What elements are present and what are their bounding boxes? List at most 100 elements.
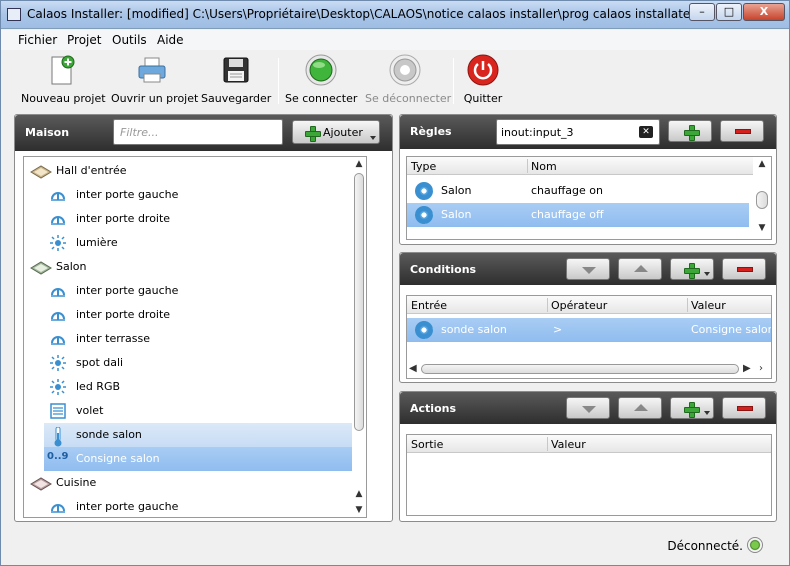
tree-room-hall[interactable]: Hall d'entrée bbox=[24, 159, 354, 183]
actions-table: Sortie Valeur bbox=[406, 434, 772, 516]
add-button[interactable]: Ajouter bbox=[292, 120, 380, 144]
tree-item[interactable]: lumière bbox=[24, 231, 354, 255]
tree-item[interactable]: volet bbox=[24, 399, 354, 423]
add-condition-button[interactable] bbox=[670, 258, 714, 280]
chevron-down-icon bbox=[370, 136, 376, 140]
scroll-right-icon[interactable]: ▶ bbox=[743, 363, 751, 374]
add-rule-button[interactable] bbox=[668, 120, 712, 142]
tree-room-salon[interactable]: Salon bbox=[24, 255, 354, 279]
arrow-up-icon bbox=[634, 404, 648, 411]
tree-item[interactable]: inter terrasse bbox=[24, 327, 354, 351]
regles-search-box: ✕ bbox=[496, 119, 660, 145]
new-document-icon bbox=[45, 54, 77, 86]
scroll-down-icon[interactable]: ▲ bbox=[354, 489, 364, 499]
tree-item[interactable]: inter porte droite bbox=[24, 207, 354, 231]
rule-row[interactable]: Salon chauffage on bbox=[407, 179, 771, 203]
column-type[interactable]: Type bbox=[411, 160, 436, 173]
conditions-h-scrollbar[interactable]: ◀ ▶ › bbox=[407, 362, 771, 376]
move-up-button[interactable] bbox=[618, 397, 662, 419]
minimize-button[interactable]: – bbox=[689, 3, 715, 21]
quit-button[interactable]: Quitter bbox=[461, 54, 505, 108]
rule-row-selected[interactable]: Salon chauffage off bbox=[407, 203, 749, 227]
disconnect-button[interactable]: Se déconnecter bbox=[365, 54, 451, 108]
regles-scrollbar[interactable]: ▲ ▼ bbox=[753, 157, 771, 239]
maison-panel: Maison Ajouter Hall d'entrée inter porte… bbox=[14, 114, 393, 522]
main-window: Calaos Installer: [modified] C:\Users\Pr… bbox=[0, 0, 790, 566]
menu-outils[interactable]: Outils bbox=[112, 33, 147, 47]
conditions-table: Entrée Opérateur Valeur sonde salon > Co… bbox=[406, 295, 772, 379]
scroll-right-icon[interactable]: › bbox=[759, 363, 763, 374]
switch-icon bbox=[50, 187, 66, 203]
condition-entree: sonde salon bbox=[441, 323, 507, 336]
light-icon bbox=[50, 379, 66, 395]
chevron-down-icon bbox=[704, 411, 710, 415]
scroll-left-icon[interactable]: ◀ bbox=[409, 363, 417, 374]
regles-search-input[interactable] bbox=[501, 126, 631, 139]
tree-item[interactable]: inter porte droite bbox=[24, 303, 354, 327]
remove-condition-button[interactable] bbox=[722, 258, 766, 280]
house-tree[interactable]: Hall d'entrée inter porte gauche inter p… bbox=[23, 156, 367, 518]
tree-label: sonde salon bbox=[76, 428, 142, 441]
window-title: Calaos Installer: [modified] C:\Users\Pr… bbox=[27, 7, 696, 21]
chevron-down-icon bbox=[704, 272, 710, 276]
clear-icon[interactable]: ✕ bbox=[639, 126, 653, 138]
menu-aide[interactable]: Aide bbox=[157, 33, 184, 47]
column-valeur[interactable]: Valeur bbox=[691, 299, 726, 312]
scroll-up-icon[interactable]: ▲ bbox=[354, 159, 364, 169]
regles-panel: Règles ✕ Type Nom Salon chauffage on bbox=[399, 114, 777, 245]
connect-button[interactable]: Se connecter bbox=[285, 54, 357, 108]
status-bar: Déconnecté. bbox=[1, 533, 789, 565]
tree-label: led RGB bbox=[76, 380, 121, 393]
condition-row-selected[interactable]: sonde salon > Consigne salon bbox=[407, 318, 771, 342]
maximize-button[interactable]: □ bbox=[716, 3, 742, 21]
thermometer-icon bbox=[50, 426, 66, 447]
toolbar-separator bbox=[278, 58, 279, 104]
add-action-button[interactable] bbox=[670, 397, 714, 419]
tree-room-cuisine[interactable]: Cuisine bbox=[24, 471, 354, 495]
plus-icon bbox=[684, 263, 700, 279]
status-led-icon bbox=[747, 537, 763, 553]
new-project-button[interactable]: Nouveau projet bbox=[21, 54, 106, 108]
remove-rule-button[interactable] bbox=[720, 120, 764, 142]
scroll-down-icon[interactable]: ▼ bbox=[354, 505, 364, 515]
title-bar: Calaos Installer: [modified] C:\Users\Pr… bbox=[1, 1, 789, 29]
remove-action-button[interactable] bbox=[722, 397, 766, 419]
save-button[interactable]: Sauvegarder bbox=[201, 54, 271, 108]
save-label: Sauvegarder bbox=[201, 92, 272, 105]
tree-item[interactable]: inter porte gauche bbox=[24, 183, 354, 207]
column-valeur[interactable]: Valeur bbox=[551, 438, 586, 451]
tree-item-current[interactable]: 0..9 Consigne salon bbox=[44, 447, 364, 471]
switch-icon bbox=[50, 307, 66, 323]
move-up-button[interactable] bbox=[618, 258, 662, 280]
scrollbar-thumb[interactable] bbox=[354, 173, 364, 431]
scroll-down-icon[interactable]: ▼ bbox=[757, 223, 767, 233]
scrollbar-thumb[interactable] bbox=[756, 191, 768, 209]
tree-label: inter porte droite bbox=[76, 212, 171, 225]
move-down-button[interactable] bbox=[566, 397, 610, 419]
filter-box bbox=[113, 119, 283, 145]
tree-item[interactable]: led RGB bbox=[24, 375, 354, 399]
tree-label: Consigne salon bbox=[76, 452, 160, 465]
column-sortie[interactable]: Sortie bbox=[411, 438, 443, 451]
scrollbar-thumb[interactable] bbox=[421, 364, 739, 374]
conditions-header: Conditions bbox=[400, 253, 776, 285]
tree-scrollbar[interactable]: ▲ ▲ ▼ bbox=[352, 157, 366, 517]
column-entree[interactable]: Entrée bbox=[411, 299, 447, 312]
tree-item[interactable]: inter porte gauche bbox=[24, 495, 354, 517]
column-operateur[interactable]: Opérateur bbox=[551, 299, 607, 312]
tree-item-selected[interactable]: sonde salon bbox=[44, 423, 364, 447]
column-nom[interactable]: Nom bbox=[531, 160, 557, 173]
menu-fichier[interactable]: Fichier bbox=[18, 33, 57, 47]
filter-input[interactable] bbox=[120, 126, 280, 139]
move-down-button[interactable] bbox=[566, 258, 610, 280]
tree-item[interactable]: spot dali bbox=[24, 351, 354, 375]
close-button[interactable]: X bbox=[743, 3, 785, 21]
regles-table-header: Type Nom bbox=[407, 157, 771, 175]
conditions-table-header: Entrée Opérateur Valeur bbox=[407, 296, 771, 314]
scroll-up-icon[interactable]: ▲ bbox=[757, 159, 767, 169]
gear-icon bbox=[415, 206, 433, 224]
open-project-button[interactable]: Ouvrir un projet bbox=[111, 54, 198, 108]
menu-projet[interactable]: Projet bbox=[67, 33, 101, 47]
tree-item[interactable]: inter porte gauche bbox=[24, 279, 354, 303]
switch-icon bbox=[50, 283, 66, 299]
